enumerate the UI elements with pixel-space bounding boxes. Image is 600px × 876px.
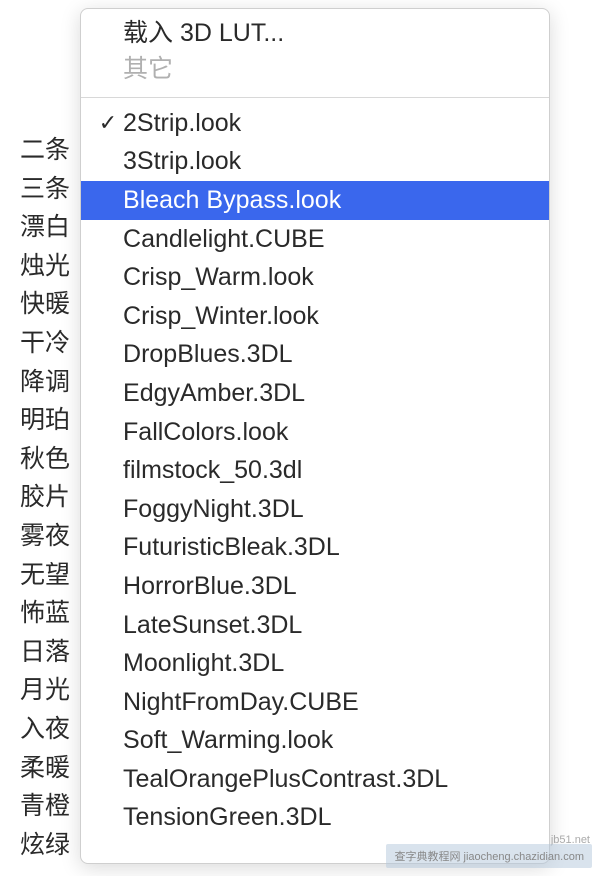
chinese-label: 干冷 (20, 324, 70, 363)
chinese-label: 无望 (20, 556, 70, 595)
menu-item-load-lut[interactable]: 载入 3D LUT... (123, 15, 549, 51)
lut-item-label: FallColors.look (123, 418, 549, 447)
lut-item-label: Bleach Bypass.look (123, 186, 549, 215)
chinese-label: 青橙 (20, 787, 70, 826)
chinese-label: 漂白 (20, 208, 70, 247)
lut-item-label: FuturisticBleak.3DL (123, 533, 549, 562)
chinese-label: 怖蓝 (20, 594, 70, 633)
chinese-label: 降调 (20, 363, 70, 402)
lut-item-label: NightFromDay.CUBE (123, 688, 549, 717)
lut-item-label: 2Strip.look (123, 109, 549, 138)
chinese-label: 胶片 (20, 478, 70, 517)
lut-item-label: Candlelight.CUBE (123, 225, 549, 254)
lut-menu-item[interactable]: HorrorBlue.3DL (81, 567, 549, 606)
chinese-label: 二条 (20, 131, 70, 170)
lut-dropdown-menu[interactable]: 载入 3D LUT... 其它 ✓2Strip.look 3Strip.look B… (80, 8, 550, 864)
lut-item-label: Crisp_Winter.look (123, 302, 549, 331)
lut-menu-item[interactable]: Soft_Warming.look (81, 722, 549, 761)
lut-item-label: EdgyAmber.3DL (123, 379, 549, 408)
lut-menu-item[interactable]: 3Strip.look (81, 143, 549, 182)
lut-menu-item[interactable]: filmstock_50.3dl (81, 451, 549, 490)
lut-menu-item[interactable]: Moonlight.3DL (81, 644, 549, 683)
lut-menu-item[interactable]: TealOrangePlusContrast.3DL (81, 760, 549, 799)
lut-menu-item[interactable]: FoggyNight.3DL (81, 490, 549, 529)
chinese-label: 入夜 (20, 710, 70, 749)
lut-item-label: LateSunset.3DL (123, 611, 549, 640)
chinese-label: 烛光 (20, 247, 70, 286)
lut-menu-item[interactable]: NightFromDay.CUBE (81, 683, 549, 722)
lut-menu-item[interactable]: TensionGreen.3DL (81, 799, 549, 838)
lut-item-label: filmstock_50.3dl (123, 456, 549, 485)
lut-menu-item[interactable]: Bleach Bypass.look (81, 181, 549, 220)
lut-item-label: HorrorBlue.3DL (123, 572, 549, 601)
chinese-label: 明珀 (20, 401, 70, 440)
menu-item-other: 其它 (123, 51, 549, 87)
chinese-label: 日落 (20, 633, 70, 672)
chinese-label: 快暖 (20, 285, 70, 324)
lut-menu-item[interactable]: Candlelight.CUBE (81, 220, 549, 259)
chinese-label: 柔暖 (20, 749, 70, 788)
lut-menu-item[interactable]: Crisp_Warm.look (81, 258, 549, 297)
lut-item-label: TealOrangePlusContrast.3DL (123, 765, 549, 794)
lut-menu-item[interactable]: DropBlues.3DL (81, 336, 549, 375)
watermark-credit: 查字典教程网 jiaocheng.chazidian.com (386, 844, 592, 868)
menu-divider (81, 97, 549, 98)
chinese-label: 炫绿 (20, 826, 70, 865)
lut-menu-item[interactable]: FuturisticBleak.3DL (81, 529, 549, 568)
lut-item-label: TensionGreen.3DL (123, 803, 549, 832)
lut-menu-item[interactable]: Crisp_Winter.look (81, 297, 549, 336)
chinese-label: 雾夜 (20, 517, 70, 556)
lut-menu-item[interactable]: LateSunset.3DL (81, 606, 549, 645)
lut-item-label: FoggyNight.3DL (123, 495, 549, 524)
chinese-label: 月光 (20, 671, 70, 710)
lut-menu-list: ✓2Strip.look 3Strip.look Bleach Bypass.loo… (81, 104, 549, 837)
checkmark-icon: ✓ (93, 110, 123, 136)
chinese-label: 秋色 (20, 440, 70, 479)
chinese-labels-column: 二条三条漂白烛光快暖干冷降调明珀秋色胶片雾夜无望怖蓝日落月光入夜柔暖青橙炫绿 (20, 8, 80, 864)
lut-menu-item[interactable]: EdgyAmber.3DL (81, 374, 549, 413)
lut-menu-item[interactable]: ✓2Strip.look (81, 104, 549, 143)
lut-item-label: 3Strip.look (123, 147, 549, 176)
dropdown-header-group: 载入 3D LUT... 其它 (81, 15, 549, 93)
main-container: 二条三条漂白烛光快暖干冷降调明珀秋色胶片雾夜无望怖蓝日落月光入夜柔暖青橙炫绿 载… (0, 0, 600, 864)
lut-item-label: Soft_Warming.look (123, 726, 549, 755)
chinese-label: 三条 (20, 170, 70, 209)
lut-item-label: Moonlight.3DL (123, 649, 549, 678)
lut-menu-item[interactable]: FallColors.look (81, 413, 549, 452)
lut-item-label: DropBlues.3DL (123, 340, 549, 369)
lut-item-label: Crisp_Warm.look (123, 263, 549, 292)
